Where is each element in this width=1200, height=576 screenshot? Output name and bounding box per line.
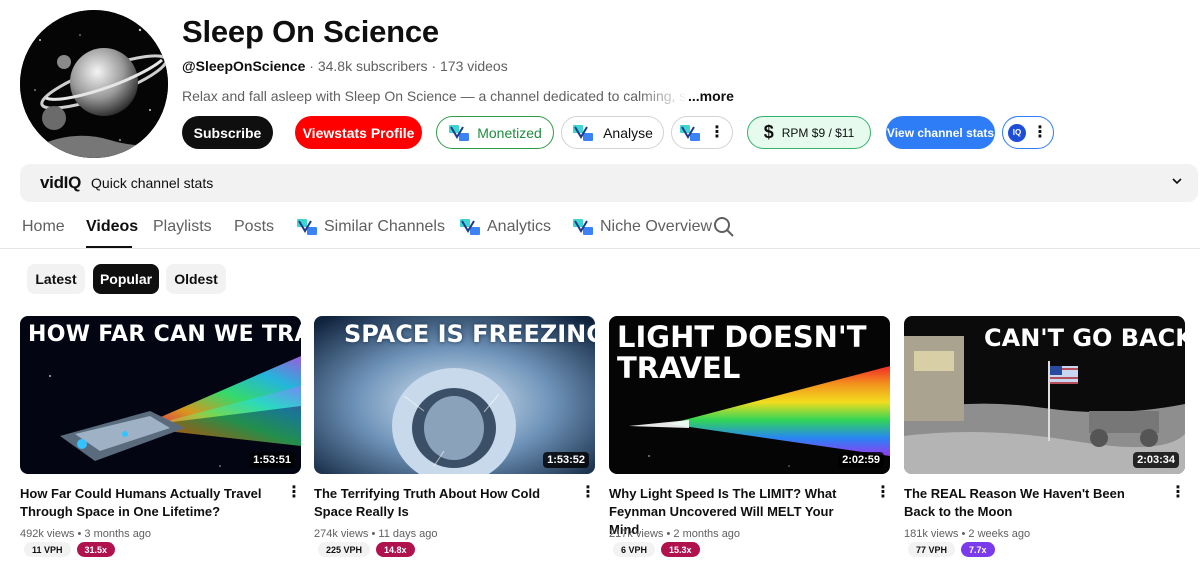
video-card[interactable]: LIGHT DOESN'T TRAVEL 2:02:59 Why Light S… — [609, 316, 891, 557]
video-meta: 274k views • 11 days ago — [314, 528, 438, 540]
video-title[interactable]: How Far Could Humans Actually Travel Thr… — [20, 485, 272, 521]
subscriber-count: 34.8k subscribers — [317, 58, 428, 74]
video-card[interactable]: CAN'T GO BACK 2:03:34 The REAL Reason We… — [904, 316, 1186, 557]
filter-popular[interactable]: Popular — [93, 264, 159, 294]
analyse-label: Analyse — [603, 124, 653, 141]
video-badges: 225 VPH 14.8x — [318, 542, 415, 557]
video-count: 173 videos — [440, 58, 508, 74]
rpm-button[interactable]: $ RPM $9 / $11 — [747, 116, 871, 149]
tab-similar-channels[interactable]: Similar Channels — [296, 218, 445, 236]
outlier-multiplier-badge: 31.5x — [76, 542, 116, 557]
vph-badge: 6 VPH — [613, 542, 656, 557]
channel-description[interactable]: Relax and fall asleep with Sleep On Scie… — [182, 88, 742, 104]
upload-age: 2 weeks ago — [968, 528, 1031, 540]
vidiq-more-button[interactable]: ⋮ — [671, 116, 733, 149]
more-dots-icon: ⋮ — [1032, 123, 1048, 141]
separator: · — [309, 58, 314, 74]
iq-badge-icon: IQ — [1008, 123, 1026, 142]
thumbnail-text: SPACE IS FREEZING — [344, 320, 595, 348]
upload-age: 11 days ago — [378, 528, 438, 540]
active-tab-indicator — [86, 246, 132, 248]
dollar-icon: $ — [763, 122, 774, 142]
vph-badge: 77 VPH — [908, 542, 956, 557]
video-duration: 1:53:51 — [249, 452, 295, 468]
outlier-multiplier-badge: 15.3x — [661, 542, 700, 557]
thumbnail-text: HOW FAR CAN WE TRAVEL? — [28, 322, 301, 347]
filter-oldest[interactable]: Oldest — [166, 264, 226, 294]
video-badges: 6 VPH 15.3x — [613, 542, 700, 557]
view-count: 217k views — [609, 528, 664, 540]
upload-age: 2 months ago — [673, 528, 741, 540]
more-link[interactable]: ...more — [688, 88, 734, 104]
channel-tabs: Home Videos Playlists Posts Similar Chan… — [0, 206, 1200, 249]
upload-age: 3 months ago — [84, 528, 152, 540]
video-card[interactable]: HOW FAR CAN WE TRAVEL? 1:53:51 How Far C… — [20, 316, 302, 557]
search-icon[interactable] — [713, 216, 735, 238]
vph-badge: 225 VPH — [318, 542, 371, 557]
vph-badge: 11 VPH — [24, 542, 71, 557]
video-meta: 217k views • 2 months ago — [609, 528, 741, 540]
view-count: 274k views — [314, 528, 369, 540]
monetized-label: Monetized — [477, 124, 542, 141]
separator: · — [431, 58, 437, 74]
tab-analytics[interactable]: Analytics — [459, 218, 551, 236]
channel-handle: @SleepOnScience — [182, 58, 306, 74]
view-channel-stats-button[interactable]: View channel stats — [886, 116, 995, 149]
quick-stats-label: Quick channel stats — [91, 175, 214, 191]
video-badges: 11 VPH 31.5x — [24, 542, 116, 557]
video-card[interactable]: SPACE IS FREEZING 1:53:52 The Terrifying… — [314, 316, 596, 557]
video-title[interactable]: The Terrifying Truth About How Cold Spac… — [314, 485, 566, 521]
tab-videos[interactable]: Videos — [86, 218, 138, 236]
vidiq-logo-icon — [573, 219, 593, 235]
more-dots-icon: ⋮ — [709, 123, 725, 141]
outlier-multiplier-badge: 7.7x — [961, 542, 995, 557]
monetized-button[interactable]: Monetized — [436, 116, 554, 149]
viewstats-profile-button[interactable]: Viewstats Profile — [295, 116, 422, 149]
channel-meta: @SleepOnScience · 34.8k subscribers · 17… — [182, 58, 508, 74]
quick-channel-stats-bar[interactable]: vidIQ Quick channel stats — [20, 164, 1198, 202]
video-meta: 492k views • 3 months ago — [20, 528, 152, 540]
video-thumbnail[interactable]: LIGHT DOESN'T TRAVEL 2:02:59 — [609, 316, 890, 474]
video-duration: 2:03:34 — [1133, 452, 1179, 468]
kebab-menu-icon[interactable]: ⋮ — [1170, 484, 1186, 502]
thumbnail-text: CAN'T GO BACK — [984, 324, 1185, 352]
vidiq-logo-icon — [573, 124, 594, 141]
vidiq-brand: vidIQ — [40, 173, 82, 192]
tab-niche-overview[interactable]: Niche Overview — [572, 218, 712, 236]
video-badges: 77 VPH 7.7x — [908, 542, 995, 557]
vidiq-logo-icon — [449, 124, 470, 141]
video-duration: 1:53:52 — [543, 452, 589, 468]
rpm-label: RPM $9 / $11 — [781, 125, 855, 140]
vidiq-logo-icon — [680, 124, 700, 141]
filter-latest[interactable]: Latest — [27, 264, 85, 294]
description-text: Relax and fall asleep with Sleep On Scie… — [182, 88, 688, 104]
tab-playlists[interactable]: Playlists — [153, 218, 212, 236]
kebab-menu-icon[interactable]: ⋮ — [286, 484, 302, 502]
channel-avatar[interactable] — [20, 10, 168, 158]
view-count: 492k views — [20, 528, 75, 540]
chevron-down-icon[interactable] — [1172, 176, 1182, 186]
view-count: 181k views — [904, 528, 959, 540]
iq-menu-button[interactable]: IQ ⋮ — [1002, 116, 1054, 149]
tab-home[interactable]: Home — [22, 218, 65, 236]
video-thumbnail[interactable]: CAN'T GO BACK 2:03:34 — [904, 316, 1185, 474]
outlier-multiplier-badge: 14.8x — [376, 542, 415, 557]
kebab-menu-icon[interactable]: ⋮ — [580, 484, 596, 502]
vidiq-logo-icon — [297, 219, 317, 235]
video-thumbnail[interactable]: SPACE IS FREEZING 1:53:52 — [314, 316, 595, 474]
tab-posts[interactable]: Posts — [234, 218, 274, 236]
analyse-button[interactable]: Analyse — [561, 116, 664, 149]
video-duration: 2:02:59 — [838, 452, 884, 468]
vidiq-logo-icon — [460, 219, 480, 235]
subscribe-button[interactable]: Subscribe — [182, 116, 273, 149]
video-thumbnail[interactable]: HOW FAR CAN WE TRAVEL? 1:53:51 — [20, 316, 301, 474]
video-title[interactable]: The REAL Reason We Haven't Been Back to … — [904, 485, 1156, 521]
thumbnail-text: LIGHT DOESN'T TRAVEL — [617, 320, 867, 385]
kebab-menu-icon[interactable]: ⋮ — [875, 484, 891, 502]
channel-title: Sleep On Science — [182, 14, 439, 49]
video-meta: 181k views • 2 weeks ago — [904, 528, 1031, 540]
